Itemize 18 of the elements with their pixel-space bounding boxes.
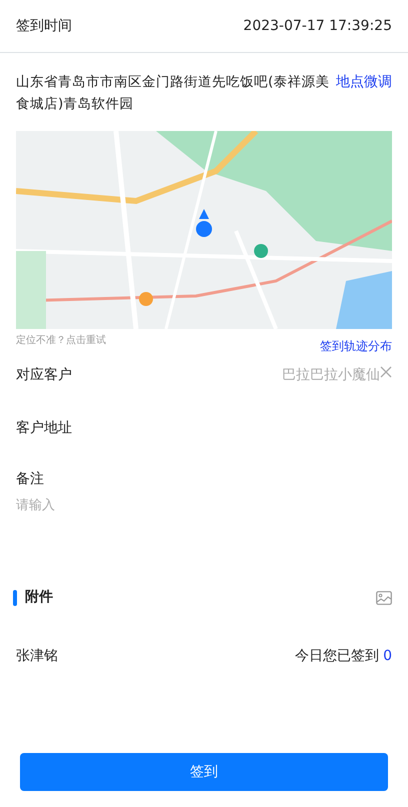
image-upload-icon[interactable] — [376, 590, 392, 604]
checkin-count-label: 今日您已签到 — [295, 647, 380, 666]
customer-value: 巴拉巴拉小魔仙 — [282, 366, 380, 385]
address-text: 山东省青岛市市南区金门路街道先吃饭吧(泰祥源美食城店)青岛软件园 — [16, 73, 330, 114]
field-label: 备注 — [16, 470, 45, 489]
field-label: 签到时间 — [16, 16, 72, 36]
checkin-count: 0 — [383, 647, 392, 666]
user-name: 张津铭 — [16, 647, 58, 666]
field-label: 对应客户 — [16, 366, 72, 385]
section-title: 附件 — [25, 588, 53, 607]
checkin-button[interactable]: 签到 — [20, 753, 388, 791]
adjust-location-link[interactable]: 地点微调 — [336, 71, 392, 93]
field-label: 客户地址 — [16, 420, 72, 436]
clear-icon[interactable] — [380, 366, 392, 378]
section-marker — [13, 590, 17, 606]
relocate-hint: 定位不准？点击重试 — [16, 334, 106, 348]
checkin-time: 2023-07-17 17:39:25 — [243, 16, 392, 36]
track-link[interactable]: 签到轨迹分布 — [320, 337, 392, 355]
